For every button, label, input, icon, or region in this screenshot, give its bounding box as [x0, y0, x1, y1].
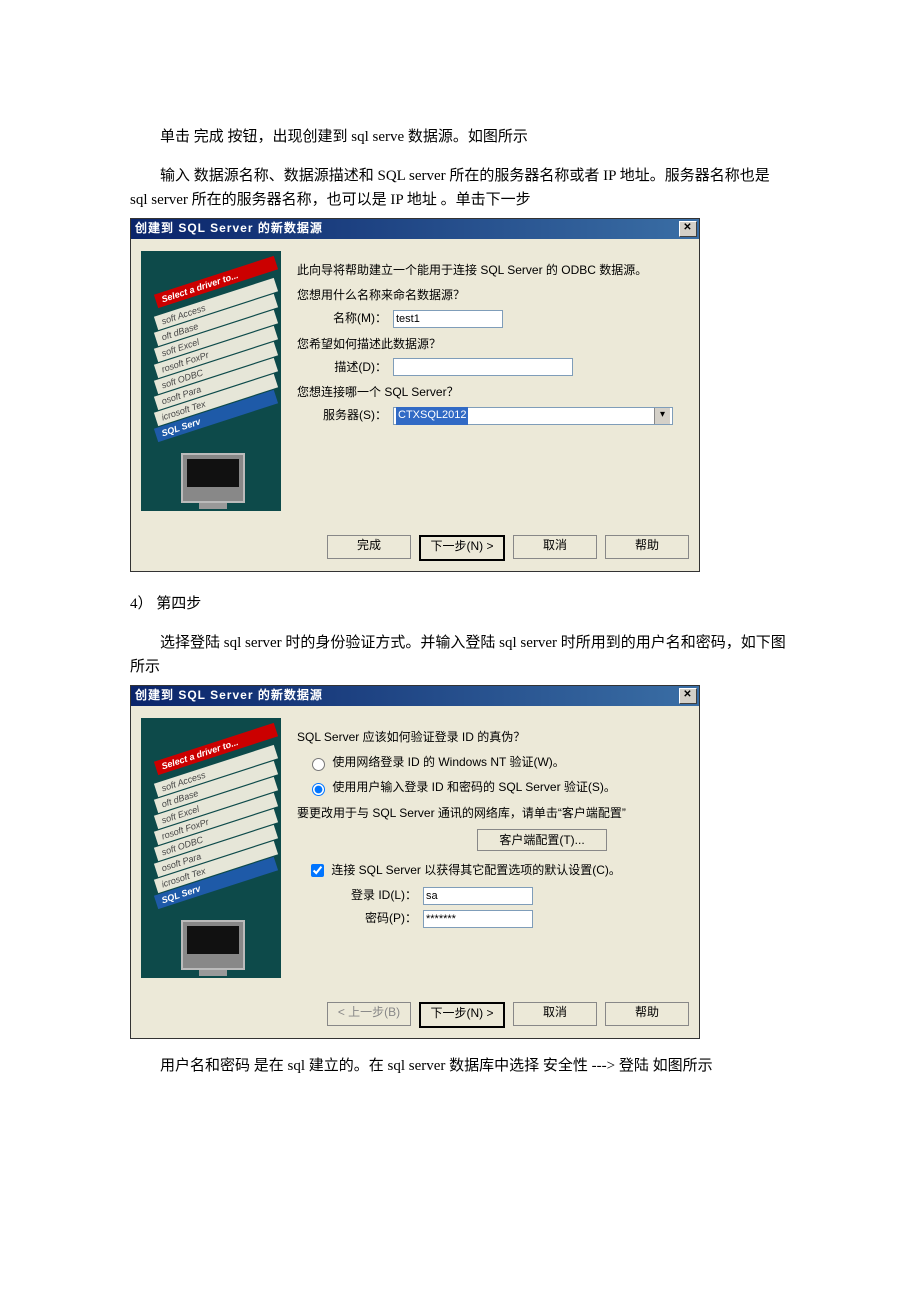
login-label: 登录 ID(L)： — [327, 886, 417, 905]
dialog-body: Select a driver to... soft Access oft dB… — [131, 706, 699, 994]
desc-input[interactable] — [393, 358, 573, 376]
dialog-new-datasource-1: 创建到 SQL Server 的新数据源 ✕ Select a driver t… — [130, 218, 700, 572]
help-button[interactable]: 帮助 — [605, 535, 689, 559]
radio-windows-auth[interactable]: 使用网络登录 ID 的 Windows NT 验证(W)。 — [307, 753, 683, 772]
tail-paragraph: 用户名和密码 是在 sql 建立的。在 sql server 数据库中选择 安全… — [130, 1054, 790, 1078]
name-label: 名称(M)： — [297, 309, 387, 328]
close-icon[interactable]: ✕ — [679, 688, 697, 704]
button-row: 完成 下一步(N) > 取消 帮助 — [131, 527, 699, 571]
next-button[interactable]: 下一步(N) > — [419, 535, 505, 561]
client-config-note: 要更改用于与 SQL Server 通讯的网络库，请单击“客户端配置” — [297, 804, 683, 823]
cancel-button[interactable]: 取消 — [513, 535, 597, 559]
login-input[interactable] — [423, 887, 533, 905]
server-selected-value: CTXSQL2012 — [396, 407, 468, 425]
wizard-graphic: Select a driver to... soft Access oft dB… — [141, 251, 281, 511]
client-config-button[interactable]: 客户端配置(T)... — [477, 829, 607, 851]
fields-area: SQL Server 应该如何验证登录 ID 的真伪？ 使用网络登录 ID 的 … — [281, 718, 689, 978]
cancel-button[interactable]: 取消 — [513, 1002, 597, 1026]
dialog-body: Select a driver to... soft Access oft dB… — [131, 239, 699, 527]
back-button[interactable]: < 上一步(B) — [327, 1002, 411, 1026]
name-input[interactable] — [393, 310, 503, 328]
question-server: 您想连接哪一个 SQL Server？ — [297, 383, 683, 402]
desc-label: 描述(D)： — [297, 358, 387, 377]
connect-checkbox[interactable] — [311, 864, 324, 877]
password-input[interactable] — [423, 910, 533, 928]
titlebar: 创建到 SQL Server 的新数据源 ✕ — [131, 686, 699, 706]
chevron-down-icon[interactable]: ▾ — [654, 408, 670, 424]
next-button[interactable]: 下一步(N) > — [419, 1002, 505, 1028]
document-page: 单击 完成 按钮，出现创建到 sql serve 数据源。如图所示 输入 数据源… — [0, 0, 920, 1302]
connect-checkbox-row[interactable]: 连接 SQL Server 以获得其它配置选项的默认设置(C)。 — [307, 861, 683, 880]
step-4-label: 4） 第四步 — [130, 592, 790, 616]
radio-windows-auth-input[interactable] — [312, 758, 325, 771]
server-label: 服务器(S)： — [297, 406, 387, 425]
button-row: < 上一步(B) 下一步(N) > 取消 帮助 — [131, 994, 699, 1038]
wizard-graphic: Select a driver to... soft Access oft dB… — [141, 718, 281, 978]
intro-paragraph-1: 单击 完成 按钮，出现创建到 sql serve 数据源。如图所示 — [130, 125, 790, 149]
connect-checkbox-label: 连接 SQL Server 以获得其它配置选项的默认设置(C)。 — [331, 863, 621, 877]
radio-windows-auth-label: 使用网络登录 ID 的 Windows NT 验证(W)。 — [332, 755, 564, 769]
password-label: 密码(P)： — [327, 909, 417, 928]
help-button[interactable]: 帮助 — [605, 1002, 689, 1026]
step-4-paragraph: 选择登陆 sql server 时的身份验证方式。并输入登陆 sql serve… — [130, 631, 790, 679]
server-combobox[interactable]: CTXSQL2012 ▾ — [393, 407, 673, 425]
radio-sql-auth-input[interactable] — [312, 783, 325, 796]
auth-question: SQL Server 应该如何验证登录 ID 的真伪？ — [297, 728, 683, 747]
finish-button[interactable]: 完成 — [327, 535, 411, 559]
monitor-icon — [181, 453, 245, 503]
monitor-icon — [181, 920, 245, 970]
question-name: 您想用什么名称来命名数据源？ — [297, 286, 683, 305]
intro-paragraph-2: 输入 数据源名称、数据源描述和 SQL server 所在的服务器名称或者 IP… — [130, 164, 790, 212]
close-icon[interactable]: ✕ — [679, 221, 697, 237]
title-text: 创建到 SQL Server 的新数据源 — [135, 686, 679, 705]
titlebar: 创建到 SQL Server 的新数据源 ✕ — [131, 219, 699, 239]
wizard-intro-line: 此向导将帮助建立一个能用于连接 SQL Server 的 ODBC 数据源。 — [297, 261, 683, 280]
title-text: 创建到 SQL Server 的新数据源 — [135, 219, 679, 238]
fields-area: 此向导将帮助建立一个能用于连接 SQL Server 的 ODBC 数据源。 您… — [281, 251, 689, 511]
question-desc: 您希望如何描述此数据源？ — [297, 335, 683, 354]
dialog-new-datasource-2: 创建到 SQL Server 的新数据源 ✕ Select a driver t… — [130, 685, 700, 1039]
radio-sql-auth-label: 使用用户输入登录 ID 和密码的 SQL Server 验证(S)。 — [332, 780, 616, 794]
radio-sql-auth[interactable]: 使用用户输入登录 ID 和密码的 SQL Server 验证(S)。 — [307, 778, 683, 797]
